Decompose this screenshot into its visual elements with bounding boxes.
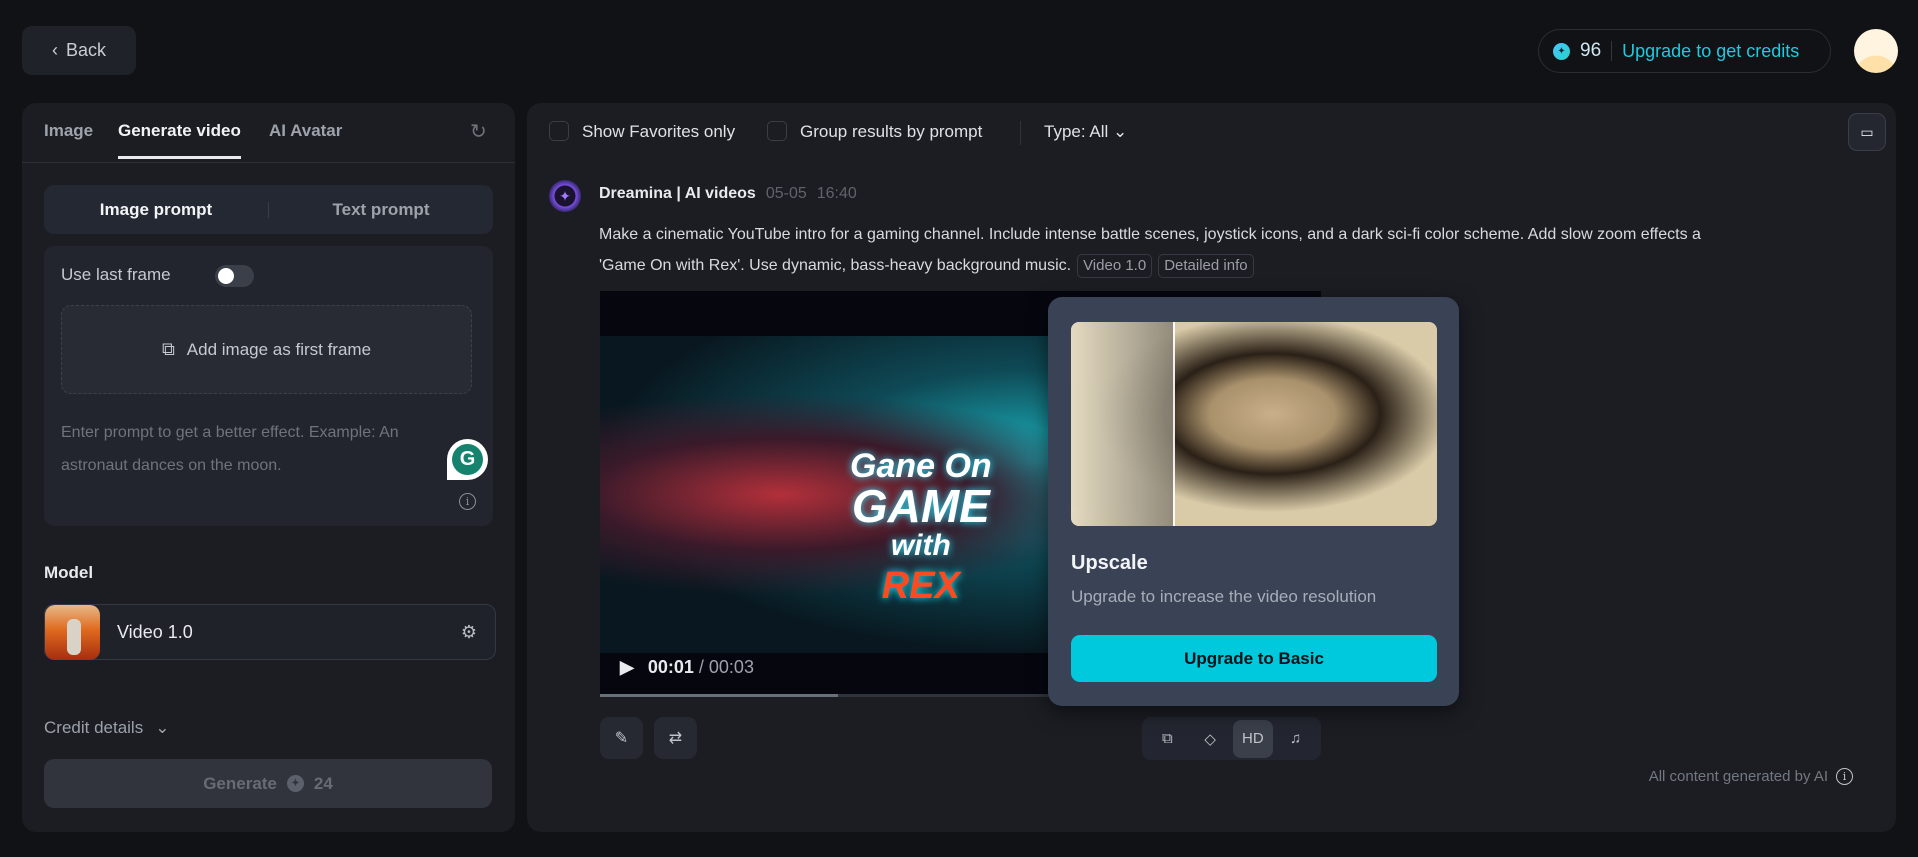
chevron-left-icon: ‹ xyxy=(51,40,58,60)
reset-icon[interactable]: ↻ xyxy=(470,119,487,144)
extend-icon[interactable]: ⧉ xyxy=(1147,720,1187,758)
text-prompt-tab[interactable]: Text prompt xyxy=(269,200,493,220)
result-time: 16:40 xyxy=(816,185,857,202)
credit-coin-icon: ✦ xyxy=(286,775,304,792)
image-prompt-tab[interactable]: Image prompt xyxy=(44,200,268,220)
tab-generate-video[interactable]: Generate video xyxy=(118,121,241,159)
info-icon[interactable]: i xyxy=(1836,768,1853,785)
upscale-popover: Upscale Upgrade to increase the video re… xyxy=(1048,297,1459,706)
footer-text: All content generated by AI xyxy=(1648,768,1828,785)
repeat-icon: ⇄ xyxy=(668,730,683,747)
type-filter-dropdown[interactable]: Type: All ⌄ xyxy=(1044,122,1127,142)
favorites-checkbox[interactable] xyxy=(549,121,569,141)
upscale-preview-image xyxy=(1071,322,1437,526)
hd-upscale-button[interactable]: HD xyxy=(1232,719,1273,758)
chevron-down-icon: ⌄ xyxy=(155,718,170,737)
result-author: Dreamina | AI videos xyxy=(599,185,756,202)
upgrade-to-basic-button[interactable]: Upgrade to Basic xyxy=(1071,635,1437,682)
image-add-icon: ⧉ xyxy=(161,339,175,359)
credit-coin-icon: ✦ xyxy=(1553,42,1570,60)
use-last-frame-label: Use last frame xyxy=(61,265,171,284)
folder-icon: ▭ xyxy=(1860,123,1874,140)
generate-label: Generate xyxy=(203,773,277,793)
credit-count: 96 xyxy=(1580,40,1602,61)
generator-panel: Image Generate video AI Avatar ↻ Image p… xyxy=(22,103,515,832)
model-tag: Video 1.0 xyxy=(1077,254,1153,278)
detailed-info-tag[interactable]: Detailed info xyxy=(1158,254,1254,278)
prompt-line-1: Make a cinematic YouTube intro for a gam… xyxy=(599,226,1701,243)
lip-sync-icon[interactable]: ◇ xyxy=(1190,720,1230,758)
current-time: 00:01 xyxy=(647,657,694,677)
music-icon[interactable]: ♫ xyxy=(1276,720,1316,758)
group-checkbox[interactable] xyxy=(767,121,787,141)
info-icon[interactable]: i xyxy=(459,493,476,510)
back-button[interactable]: ‹ Back xyxy=(22,26,136,75)
model-thumbnail xyxy=(45,604,100,660)
prompt-line-2: 'Game On with Rex'. Use dynamic, bass-he… xyxy=(599,257,1072,274)
total-time: / 00:03 xyxy=(698,657,754,677)
user-avatar[interactable] xyxy=(1854,29,1898,73)
prompt-input[interactable]: Enter prompt to get a better effect. Exa… xyxy=(61,416,456,482)
credit-details-label: Credit details xyxy=(44,718,144,737)
divider xyxy=(1020,121,1021,145)
progress-fill xyxy=(600,694,838,697)
play-icon[interactable]: ▶ xyxy=(620,657,634,678)
credits-pill[interactable]: ✦ 96 Upgrade to get credits xyxy=(1538,29,1831,73)
generate-cost: 24 xyxy=(313,773,333,793)
ai-disclaimer: All content generated by AI i xyxy=(1649,768,1853,785)
edit-button[interactable]: ✎ xyxy=(600,717,643,759)
tab-bar: Image Generate video AI Avatar ↻ xyxy=(22,103,515,163)
tab-ai-avatar[interactable]: AI Avatar xyxy=(269,121,342,141)
result-header: Dreamina | AI videos 05-05 16:40 xyxy=(599,185,857,203)
model-selector[interactable]: Video 1.0 ⚙ xyxy=(44,604,496,660)
regenerate-button[interactable]: ⇄ xyxy=(654,717,697,759)
prompt-card: Use last frame ⧉ Add image as first fram… xyxy=(44,246,493,526)
prompt-mode-switch: Image prompt Text prompt xyxy=(44,185,493,234)
favorites-label[interactable]: Show Favorites only xyxy=(582,122,735,142)
type-filter-label: Type: All xyxy=(1044,122,1109,141)
use-last-frame-toggle[interactable] xyxy=(215,265,254,287)
divider xyxy=(1611,41,1613,61)
dreamina-avatar: ✦ xyxy=(549,180,581,212)
video-title-art: Gane On GAME with REX xyxy=(850,446,992,606)
generate-button[interactable]: Generate ✦ 24 xyxy=(44,759,492,808)
add-image-label: Add image as first frame xyxy=(186,339,372,359)
video-actions: ⧉ ◇ HD ♫ xyxy=(1142,717,1321,760)
overlay-text: REX xyxy=(881,565,960,607)
upgrade-link[interactable]: Upgrade to get credits xyxy=(1622,41,1799,62)
group-label[interactable]: Group results by prompt xyxy=(800,122,982,142)
tab-image[interactable]: Image xyxy=(44,121,93,141)
chevron-down-icon: ⌄ xyxy=(1113,122,1128,141)
result-prompt: Make a cinematic YouTube intro for a gam… xyxy=(599,219,1896,281)
overlay-text: with xyxy=(890,529,951,562)
result-date: 05-05 xyxy=(765,185,807,202)
grammarly-icon[interactable]: G xyxy=(447,439,488,480)
video-controls: ▶ 00:01 / 00:03 xyxy=(620,657,754,678)
pencil-icon: ✎ xyxy=(614,730,629,747)
folder-button[interactable]: ▭ xyxy=(1848,113,1886,151)
model-label: Model xyxy=(44,563,94,582)
overlay-text: GAME xyxy=(851,480,990,532)
add-image-dropzone[interactable]: ⧉ Add image as first frame xyxy=(61,305,472,394)
popover-title: Upscale xyxy=(1071,552,1148,574)
model-name: Video 1.0 xyxy=(117,621,193,642)
back-label: Back xyxy=(65,40,107,60)
popover-description: Upgrade to increase the video resolution xyxy=(1071,587,1377,606)
credit-details-toggle[interactable]: Credit details ⌄ xyxy=(44,718,169,738)
sliders-icon[interactable]: ⚙ xyxy=(461,622,477,643)
